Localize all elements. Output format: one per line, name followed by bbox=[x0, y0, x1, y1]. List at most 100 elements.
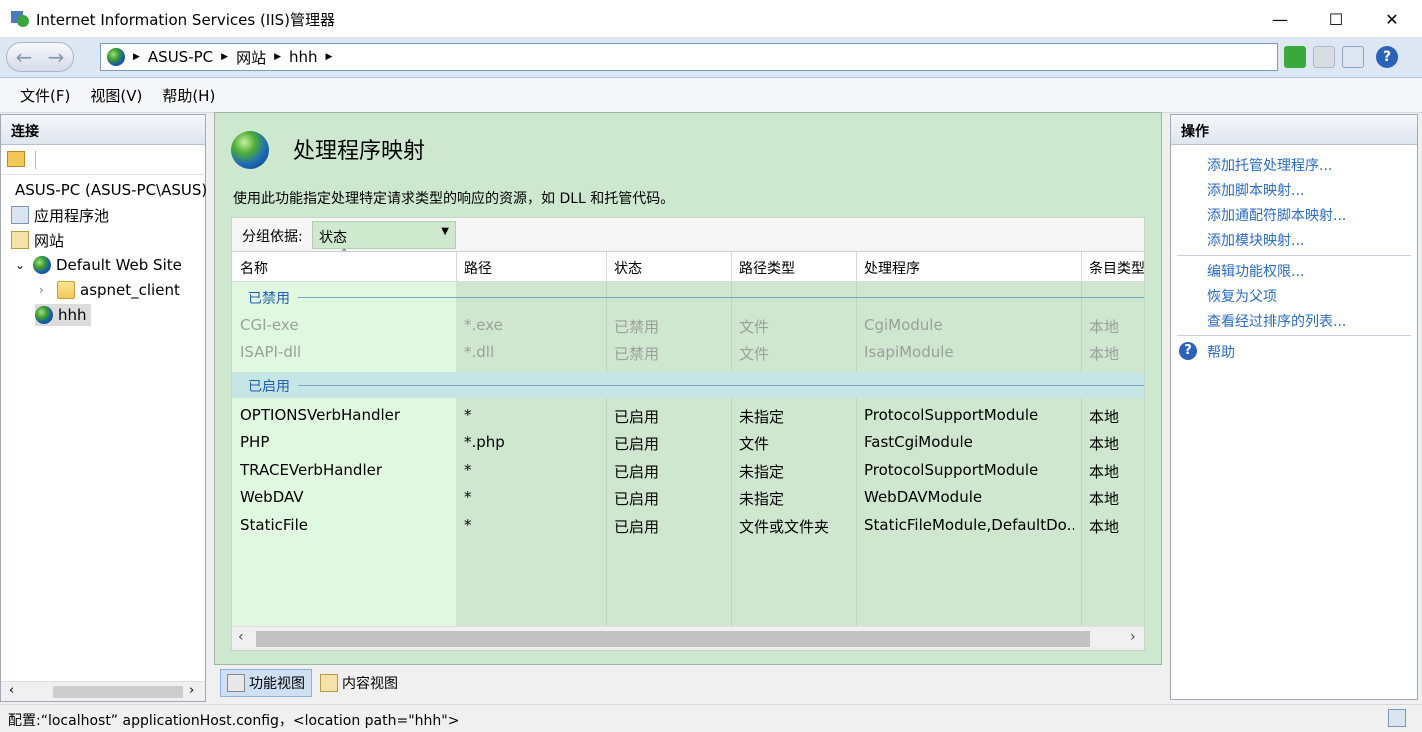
group-by-label: 分组依据: bbox=[242, 229, 303, 245]
list-body: 已禁用 CGI-exe *.exe 已禁用 文件 CgiModule 本地 IS… bbox=[232, 282, 1144, 626]
scroll-left-icon[interactable]: ‹ bbox=[238, 629, 244, 645]
scroll-right-icon[interactable]: › bbox=[189, 683, 194, 698]
action-view-ordered-list[interactable]: 查看经过排序的列表... bbox=[1207, 311, 1346, 331]
address-breadcrumb[interactable]: ▶ ASUS-PC ▶ 网站 ▶ hhh ▶ bbox=[100, 43, 1278, 71]
address-toolbar: ← → ▶ ASUS-PC ▶ 网站 ▶ hhh ▶ ? bbox=[0, 38, 1422, 78]
scroll-right-icon[interactable]: › bbox=[1130, 629, 1136, 645]
action-add-managed-handler[interactable]: 添加托管处理程序... bbox=[1207, 155, 1332, 175]
status-text: 配置:“localhost” applicationHost.config，<l… bbox=[8, 713, 460, 729]
handler-mappings-icon bbox=[231, 131, 269, 169]
page-description: 使用此功能指定处理特定请求类型的响应的资源，如 DLL 和托管代码。 bbox=[233, 191, 675, 207]
tree-node-default-web-site[interactable]: ⌄ Default Web Site bbox=[15, 254, 182, 276]
view-switcher: 功能视图 内容视图 bbox=[214, 666, 1162, 700]
breadcrumb-server[interactable]: ASUS-PC bbox=[148, 48, 213, 66]
breadcrumb-site[interactable]: hhh bbox=[289, 48, 318, 66]
home-icon[interactable] bbox=[1342, 46, 1364, 68]
connections-panel: 连接 ASUS-PC (ASUS-PC\ASUS) 应用程序池 网站 ⌄ Def… bbox=[0, 114, 207, 702]
menu-help[interactable]: 帮助(H) bbox=[152, 85, 225, 106]
table-row[interactable]: CGI-exe *.exe 已禁用 文件 CgiModule 本地 bbox=[232, 312, 1144, 339]
create-connection-icon[interactable] bbox=[7, 151, 25, 167]
action-add-module-mapping[interactable]: 添加模块映射... bbox=[1207, 230, 1304, 250]
col-entry-type[interactable]: 条目类型 bbox=[1089, 258, 1144, 278]
action-help[interactable]: 帮助 bbox=[1207, 342, 1235, 362]
table-row[interactable]: ISAPI-dll *.dll 已禁用 文件 IsapiModule 本地 bbox=[232, 339, 1144, 366]
dropdown-arrow-icon[interactable]: ▼ bbox=[441, 226, 449, 237]
breadcrumb-arrow-icon[interactable]: ▶ bbox=[274, 52, 281, 62]
menu-file[interactable]: 文件(F) bbox=[10, 85, 80, 106]
refresh-icon[interactable] bbox=[1284, 46, 1306, 68]
maximize-button[interactable]: ☐ bbox=[1308, 0, 1364, 38]
group-header-disabled[interactable]: 已禁用 bbox=[232, 284, 1144, 310]
breadcrumb-sites[interactable]: 网站 bbox=[236, 47, 266, 68]
action-add-wildcard-script-map[interactable]: 添加通配符脚本映射... bbox=[1207, 205, 1346, 225]
breadcrumb-arrow-icon[interactable]: ▶ bbox=[221, 52, 228, 62]
title-bar: Internet Information Services (IIS)管理器 —… bbox=[0, 0, 1422, 38]
tree-node-sites[interactable]: 网站 bbox=[11, 229, 64, 251]
globe-icon bbox=[107, 48, 125, 66]
group-header-enabled[interactable]: 已启用 bbox=[232, 372, 1144, 398]
features-view-button[interactable]: 功能视图 bbox=[220, 669, 312, 697]
collapse-chevron-icon[interactable]: › bbox=[39, 283, 57, 297]
app-pool-icon bbox=[11, 206, 29, 224]
action-revert-to-parent[interactable]: 恢复为父项 bbox=[1207, 286, 1277, 306]
connection-status-icon bbox=[1388, 709, 1406, 727]
folder-icon bbox=[57, 281, 75, 299]
table-row[interactable]: PHP *.php 已启用 文件 FastCgiModule 本地 bbox=[232, 429, 1144, 456]
actions-divider bbox=[1177, 255, 1411, 256]
menu-bar: 文件(F) 视图(V) 帮助(H) bbox=[0, 79, 1422, 113]
table-row[interactable]: OPTIONSVerbHandler * 已启用 未指定 ProtocolSup… bbox=[232, 402, 1144, 429]
globe-icon bbox=[35, 306, 53, 324]
back-button[interactable]: ← bbox=[9, 46, 39, 68]
connections-scrollbar[interactable]: ‹ › bbox=[1, 681, 205, 701]
page-title: 处理程序映射 bbox=[293, 139, 426, 164]
scroll-left-icon[interactable]: ‹ bbox=[9, 683, 14, 698]
nav-buttons: ← → bbox=[6, 42, 74, 72]
scroll-thumb[interactable] bbox=[256, 631, 1090, 647]
expand-chevron-icon[interactable]: ⌄ bbox=[15, 258, 33, 272]
tree-node-server[interactable]: ASUS-PC (ASUS-PC\ASUS) bbox=[15, 179, 207, 201]
handler-list: 分组依据: 状态 ▼ ⌃ 名称 路径 状态 路径类型 处理程序 条目类型 已禁用… bbox=[231, 217, 1145, 651]
actions-title: 操作 bbox=[1171, 115, 1417, 145]
help-icon: ? bbox=[1179, 342, 1197, 360]
status-bar: 配置:“localhost” applicationHost.config，<l… bbox=[0, 704, 1422, 732]
scroll-thumb[interactable] bbox=[53, 686, 183, 698]
list-horizontal-scrollbar[interactable]: ‹ › bbox=[232, 626, 1144, 650]
sites-icon bbox=[11, 231, 29, 249]
table-row[interactable]: TRACEVerbHandler * 已启用 未指定 ProtocolSuppo… bbox=[232, 457, 1144, 484]
col-path-type[interactable]: 路径类型 bbox=[739, 258, 795, 278]
actions-panel: 操作 添加托管处理程序... 添加脚本映射... 添加通配符脚本映射... 添加… bbox=[1170, 114, 1418, 700]
tree-node-aspnet-client[interactable]: › aspnet_client bbox=[39, 279, 180, 301]
toolbar-divider bbox=[35, 151, 36, 169]
action-add-script-map[interactable]: 添加脚本映射... bbox=[1207, 180, 1304, 200]
action-edit-feature-permissions[interactable]: 编辑功能权限... bbox=[1207, 261, 1304, 281]
group-by-bar: 分组依据: 状态 ▼ bbox=[232, 218, 1144, 252]
content-view-button[interactable]: 内容视图 bbox=[314, 669, 404, 697]
close-button[interactable]: ✕ bbox=[1364, 0, 1420, 38]
group-by-select[interactable]: 状态 ▼ bbox=[312, 221, 456, 249]
menu-view[interactable]: 视图(V) bbox=[80, 85, 152, 106]
help-icon[interactable]: ? bbox=[1376, 46, 1398, 68]
column-header: ⌃ 名称 路径 状态 路径类型 处理程序 条目类型 bbox=[232, 248, 1144, 282]
content-view-icon bbox=[320, 674, 338, 692]
actions-divider bbox=[1177, 335, 1411, 336]
col-path[interactable]: 路径 bbox=[464, 258, 492, 278]
col-name[interactable]: 名称 bbox=[240, 258, 268, 278]
breadcrumb-arrow-icon[interactable]: ▶ bbox=[326, 52, 333, 62]
col-handler[interactable]: 处理程序 bbox=[864, 258, 920, 278]
table-row[interactable]: WebDAV * 已启用 未指定 WebDAVModule 本地 bbox=[232, 484, 1144, 511]
iis-app-icon bbox=[10, 9, 30, 29]
stop-icon[interactable] bbox=[1313, 46, 1335, 68]
tree-node-hhh[interactable]: hhh bbox=[35, 304, 91, 326]
feature-panel: 处理程序映射 使用此功能指定处理特定请求类型的响应的资源，如 DLL 和托管代码… bbox=[214, 112, 1162, 665]
col-state[interactable]: 状态 bbox=[614, 258, 642, 278]
connections-toolbar bbox=[1, 145, 205, 175]
features-view-icon bbox=[227, 674, 245, 692]
sort-ascending-icon: ⌃ bbox=[340, 248, 349, 259]
table-row[interactable]: StaticFile * 已启用 文件或文件夹 StaticFileModule… bbox=[232, 512, 1144, 539]
tree-node-app-pools[interactable]: 应用程序池 bbox=[11, 204, 109, 226]
minimize-button[interactable]: — bbox=[1252, 0, 1308, 38]
globe-icon bbox=[33, 256, 51, 274]
connections-title: 连接 bbox=[1, 115, 205, 145]
forward-button[interactable]: → bbox=[41, 46, 71, 68]
breadcrumb-arrow-icon[interactable]: ▶ bbox=[133, 52, 140, 62]
